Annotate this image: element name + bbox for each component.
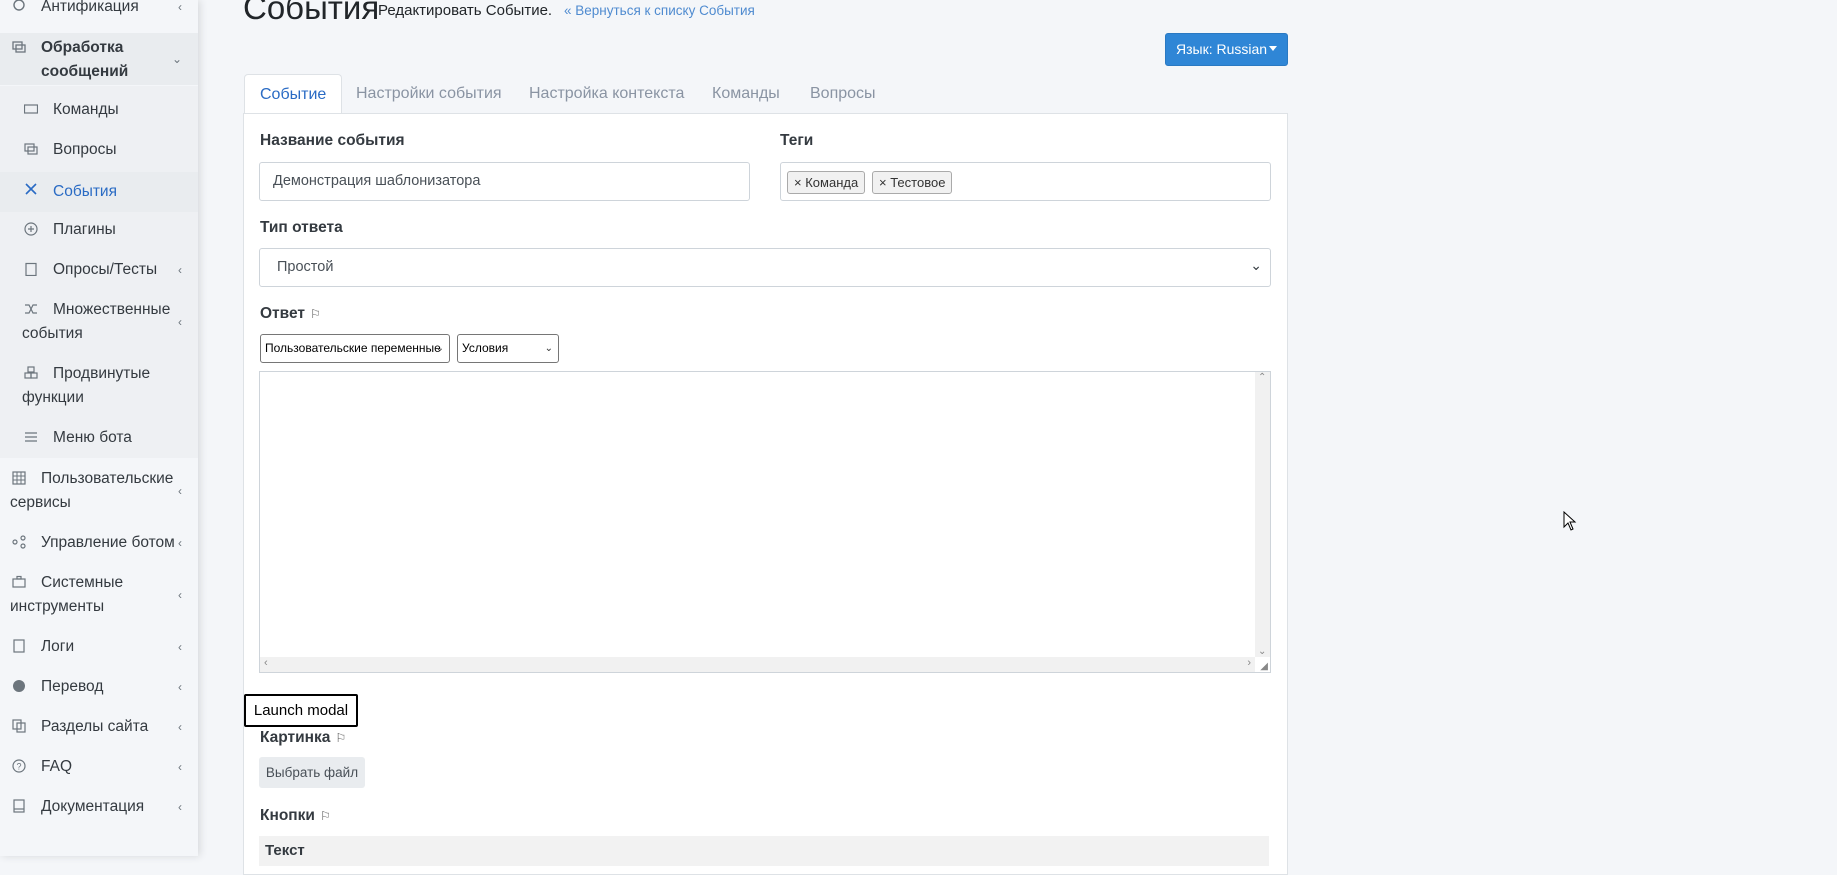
chevron-left-icon: ‹ (178, 800, 182, 814)
image-label: Картинка ⚐ (260, 729, 347, 746)
sidebar-item-multi-events[interactable]: Множественные события ‹ (0, 298, 198, 348)
tab-event-settings[interactable]: Настройки события (356, 74, 502, 114)
sidebar-item-obrabotka[interactable]: Обработка сообщений ⌄ (0, 33, 198, 85)
user-variables-select[interactable]: Пользовательские переменные ⌄ (260, 334, 450, 363)
book-icon (12, 799, 26, 813)
chevron-left-icon: ‹ (178, 484, 182, 498)
remove-icon[interactable]: × (879, 175, 887, 190)
vertical-scrollbar[interactable]: ⌃ ⌄ (1255, 372, 1270, 657)
event-name-input[interactable]: Демонстрация шаблонизатора (259, 162, 750, 201)
tab-event[interactable]: Событие (244, 74, 343, 116)
flag-icon: ⚐ (319, 809, 331, 823)
tab-commands[interactable]: Команды (712, 74, 780, 114)
tag-chip[interactable]: × Тестовое (872, 171, 953, 194)
column-text-header: Текст (265, 842, 305, 859)
copy-icon (12, 719, 26, 733)
sidebar-item-user-services[interactable]: Пользовательские сервисы ‹ (0, 467, 198, 517)
page-title: События (243, 0, 380, 26)
chevron-left-icon: ‹ (178, 640, 182, 654)
buttons-label: Кнопки ⚐ (260, 807, 331, 824)
resize-handle-icon[interactable]: ◢ (1260, 661, 1268, 672)
answer-type-label: Тип ответа (260, 219, 343, 236)
flag-icon: ⚐ (309, 307, 321, 321)
chevron-left-icon: ‹ (178, 315, 182, 329)
caret-down-icon (1269, 46, 1277, 51)
sidebar: Антификация ‹ Обработка сообщений ⌄ Кома… (0, 0, 198, 856)
sidebar-item-antifikaciya[interactable]: Антификация ‹ (0, 0, 198, 20)
share-icon (12, 535, 26, 549)
robot-icon (12, 0, 26, 12)
chevron-left-icon: ‹ (178, 0, 182, 14)
globe-icon (12, 679, 26, 693)
sidebar-item-system-tools[interactable]: Системные инструменты ‹ (0, 571, 198, 621)
answer-label: Ответ ⚐ (260, 305, 321, 322)
tab-context-settings[interactable]: Настройка контекста (529, 74, 684, 114)
plus-circle-icon (24, 222, 38, 236)
tools-icon (24, 182, 38, 196)
sidebar-item-advanced[interactable]: Продвинутые функции (0, 362, 198, 412)
event-name-label: Название события (260, 132, 405, 149)
scroll-right-icon[interactable]: › (1247, 657, 1251, 669)
language-button[interactable]: Язык: Russian (1165, 33, 1288, 66)
bars-icon (24, 430, 38, 444)
conditions-select[interactable]: Условия ⌄ (457, 334, 559, 363)
back-link[interactable]: « Вернуться к списку События (564, 3, 755, 18)
chat-icon (12, 40, 26, 54)
scroll-left-icon[interactable]: ‹ (264, 657, 268, 669)
chevron-left-icon: ‹ (178, 760, 182, 774)
chevron-down-icon: ⌄ (171, 52, 182, 66)
launch-modal-button[interactable]: Launch modal (244, 694, 358, 727)
tab-questions[interactable]: Вопросы (810, 74, 876, 114)
mouse-cursor-icon (1563, 511, 1577, 531)
page-subtitle: Редактировать Событие. (378, 2, 553, 19)
choose-file-button[interactable]: Выбрать файл (259, 757, 365, 788)
chevron-left-icon: ‹ (178, 536, 182, 550)
horizontal-scrollbar[interactable]: ‹ › (260, 657, 1255, 672)
sidebar-item-events[interactable]: События (0, 172, 198, 212)
tags-input[interactable]: × Команда × Тестовое (780, 162, 1271, 201)
answer-type-select[interactable]: Простой ⌄ (259, 248, 1271, 287)
tags-label: Теги (780, 132, 814, 149)
keyboard-icon (24, 102, 38, 116)
chevron-down-icon: ⌄ (1250, 257, 1262, 273)
chevron-left-icon: ‹ (178, 263, 182, 277)
chevron-left-icon: ‹ (178, 588, 182, 602)
clipboard-icon (24, 262, 38, 276)
buttons-table-header: Текст (259, 836, 1269, 866)
tag-chip[interactable]: × Команда (787, 171, 866, 194)
scroll-down-icon[interactable]: ⌄ (1258, 646, 1266, 657)
answer-editor[interactable]: ⌃ ⌄ ‹ › ◢ (259, 371, 1271, 673)
svg-text:?: ? (16, 762, 21, 772)
chevron-left-icon: ‹ (178, 680, 182, 694)
scroll-up-icon[interactable]: ⌃ (1258, 372, 1266, 383)
chevron-left-icon: ‹ (178, 720, 182, 734)
chevron-down-icon: ⌄ (544, 343, 553, 354)
comments-icon (24, 142, 38, 156)
chevron-down-icon: ⌄ (435, 343, 444, 354)
remove-icon[interactable]: × (794, 175, 802, 190)
flag-icon: ⚐ (335, 731, 347, 745)
question-circle-icon: ? (12, 759, 26, 773)
scroll-icon (12, 639, 26, 653)
